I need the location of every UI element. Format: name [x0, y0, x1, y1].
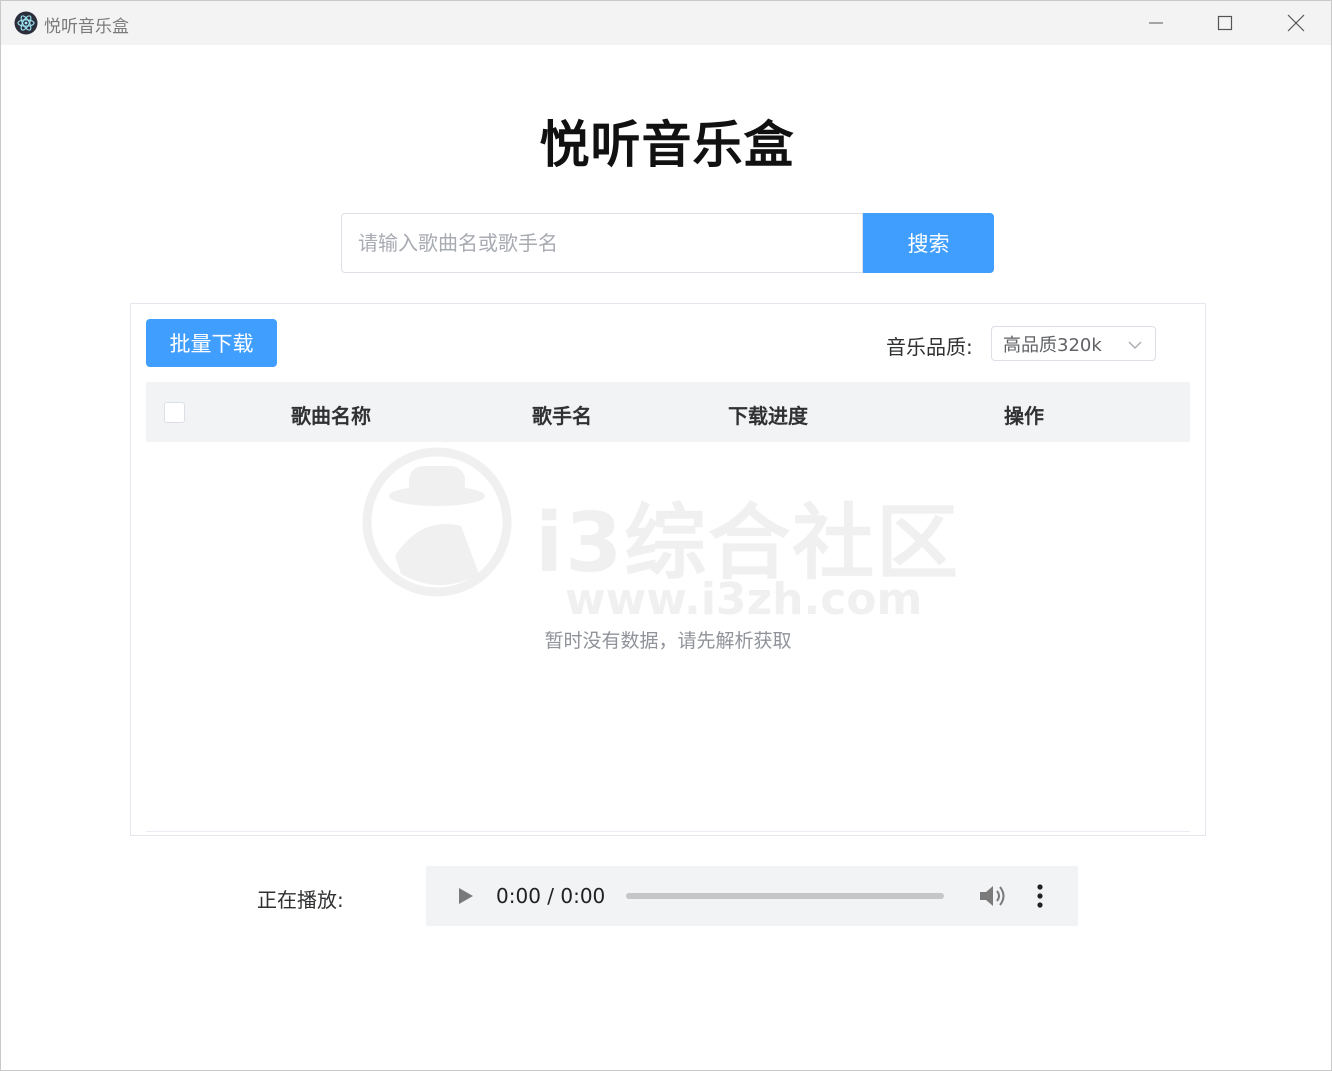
- column-header-artist[interactable]: 歌手名: [532, 400, 592, 429]
- window-title: 悦听音乐盒: [44, 17, 129, 37]
- search-button[interactable]: 搜索: [863, 213, 994, 273]
- app-window: 悦听音乐盒 悦听音乐盒 搜索 批量下载 音乐品质: 高品质320k: [0, 0, 1332, 1071]
- close-button[interactable]: [1261, 1, 1331, 45]
- now-playing-label: 正在播放:: [257, 888, 344, 912]
- chevron-down-icon: [1128, 341, 1142, 349]
- minimize-icon: [1149, 22, 1163, 24]
- search-input[interactable]: [341, 213, 863, 273]
- results-panel: 批量下载 音乐品质: 高品质320k 歌曲名称 歌手名 下载进度 操作 i3综合…: [130, 303, 1206, 836]
- more-options-icon[interactable]: [1030, 883, 1050, 909]
- audio-player: 0:00 / 0:00: [426, 866, 1078, 926]
- play-icon[interactable]: [456, 886, 476, 906]
- column-header-actions[interactable]: 操作: [1004, 400, 1044, 429]
- volume-icon[interactable]: [978, 883, 1006, 909]
- electron-icon: [14, 11, 38, 35]
- watermark-logo-icon: [362, 447, 512, 597]
- column-header-song[interactable]: 歌曲名称: [291, 400, 371, 429]
- page-title: 悦听音乐盒: [539, 116, 795, 174]
- select-all-checkbox[interactable]: [164, 402, 185, 423]
- watermark-url: www.i3zh.com: [565, 574, 923, 625]
- quality-selected-value: 高品质320k: [1003, 334, 1102, 356]
- playback-progress-bar[interactable]: [626, 893, 944, 899]
- table-header: 歌曲名称 歌手名 下载进度 操作: [146, 382, 1190, 442]
- playback-time: 0:00 / 0:00: [496, 884, 606, 908]
- minimize-button[interactable]: [1121, 1, 1191, 45]
- close-icon: [1287, 14, 1305, 32]
- quality-select[interactable]: 高品质320k: [991, 326, 1156, 361]
- empty-state-text: 暂时没有数据，请先解析获取: [544, 630, 792, 652]
- title-bar[interactable]: 悦听音乐盒: [1, 1, 1331, 45]
- column-header-progress[interactable]: 下载进度: [728, 400, 808, 429]
- watermark: i3综合社区 www.i3zh.com: [361, 446, 961, 626]
- quality-label: 音乐品质:: [886, 335, 973, 359]
- table-divider: [146, 831, 1190, 832]
- maximize-icon: [1217, 15, 1233, 31]
- maximize-button[interactable]: [1190, 1, 1260, 45]
- batch-download-button[interactable]: 批量下载: [146, 319, 277, 367]
